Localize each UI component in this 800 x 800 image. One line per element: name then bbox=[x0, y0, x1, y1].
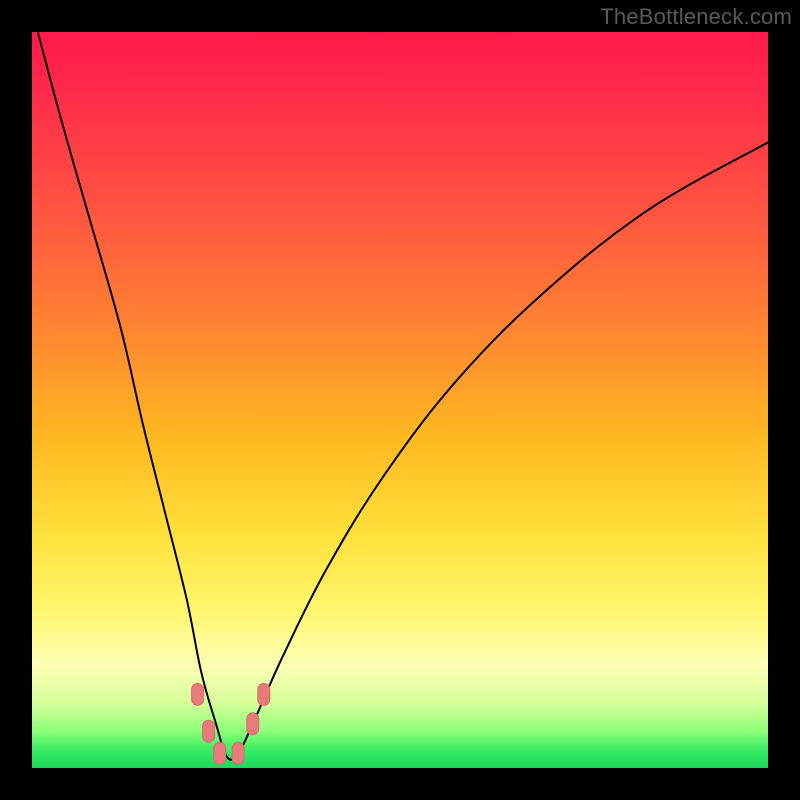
curve-svg bbox=[32, 32, 768, 768]
marker-dot bbox=[232, 742, 244, 764]
watermark-text: TheBottleneck.com bbox=[600, 4, 792, 30]
marker-dot bbox=[214, 742, 226, 764]
curve-markers bbox=[192, 683, 270, 764]
bottleneck-curve bbox=[32, 10, 768, 760]
marker-dot bbox=[203, 720, 215, 742]
chart-frame: TheBottleneck.com bbox=[0, 0, 800, 800]
marker-dot bbox=[258, 683, 270, 705]
marker-dot bbox=[192, 683, 204, 705]
plot-area bbox=[32, 32, 768, 768]
marker-dot bbox=[247, 713, 259, 735]
